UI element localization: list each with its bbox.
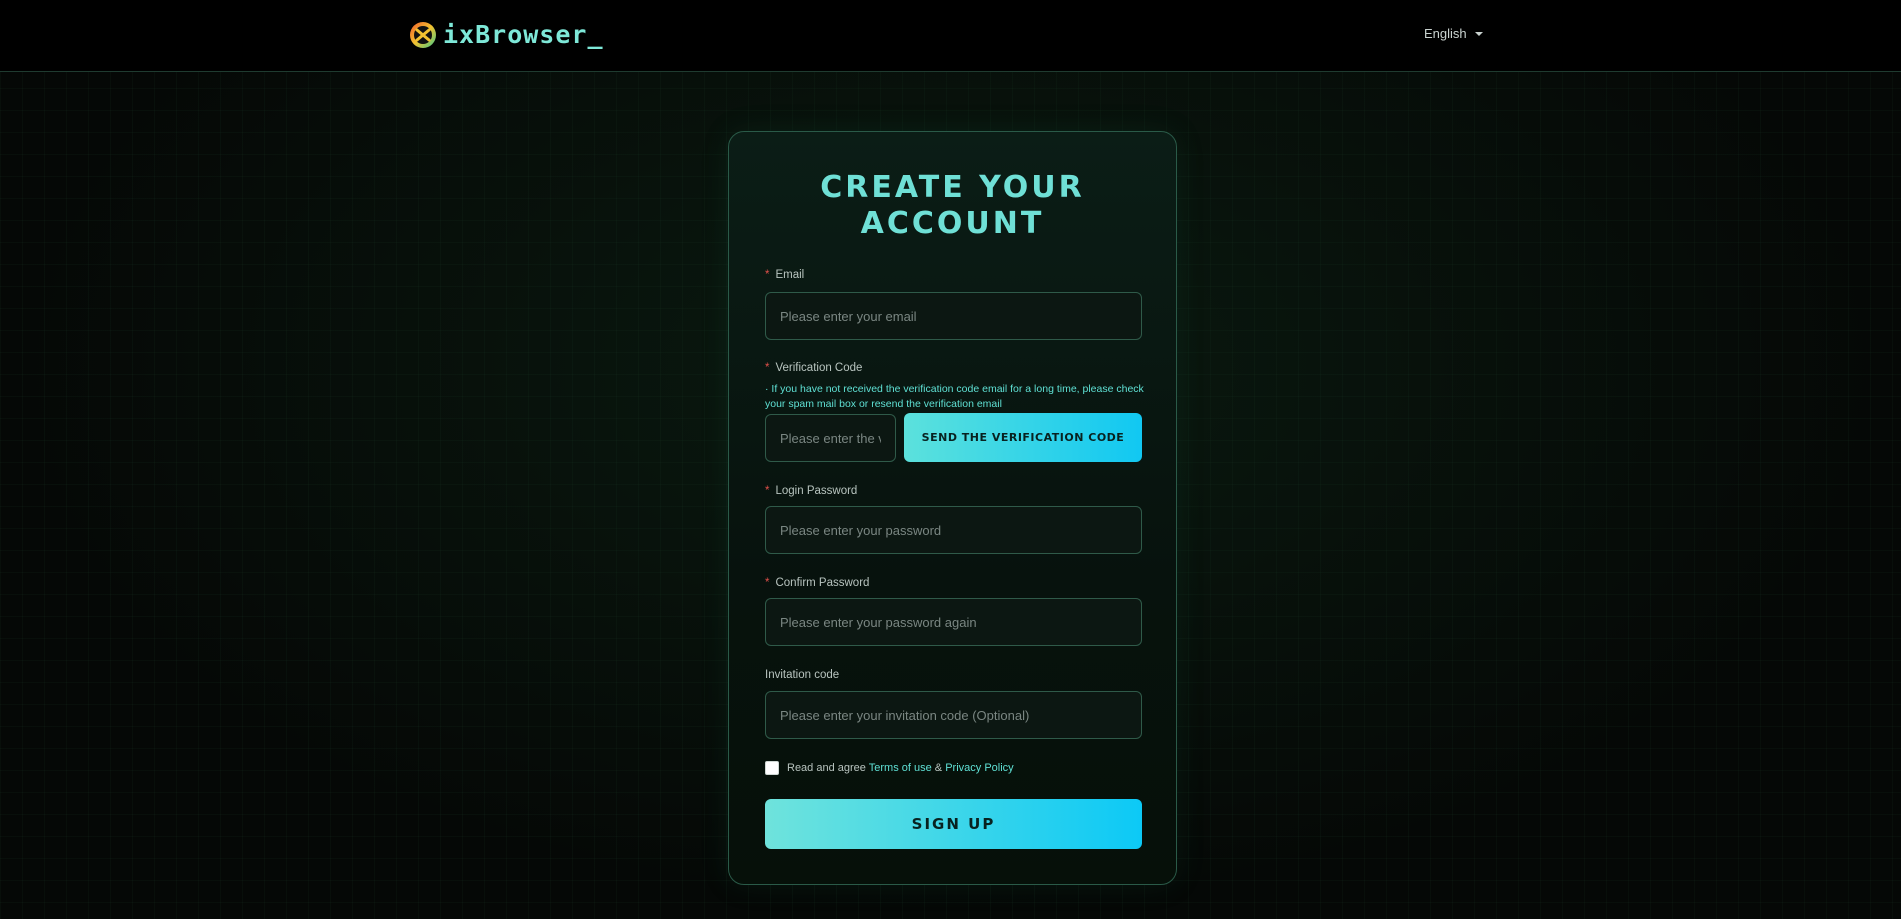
agreement-text: Read and agree Terms of use & Privacy Po…: [787, 762, 1014, 774]
required-mark: *: [765, 362, 770, 374]
confirm-password-label: * Confirm Password: [765, 577, 869, 589]
language-selector[interactable]: English: [1424, 26, 1483, 41]
password-label: * Login Password: [765, 485, 857, 497]
brand-logo[interactable]: ixBrowser_: [409, 20, 604, 49]
agree-checkbox[interactable]: [765, 761, 779, 775]
agreement-row: Read and agree Terms of use & Privacy Po…: [765, 761, 1014, 775]
top-bar: ixBrowser_ English: [0, 0, 1901, 72]
email-label: * Email: [765, 269, 804, 281]
verification-code-field[interactable]: [765, 414, 896, 462]
verification-label: * Verification Code: [765, 362, 862, 374]
agreement-separator: &: [934, 762, 943, 774]
required-mark: *: [765, 485, 770, 497]
invitation-label: Invitation code: [765, 669, 839, 681]
verification-label-text: Verification Code: [775, 362, 863, 374]
ixbrowser-logo-icon: [410, 21, 436, 48]
confirm-password-label-text: Confirm Password: [775, 577, 870, 589]
send-verification-code-button[interactable]: SEND THE VERIFICATION CODE: [904, 413, 1142, 462]
page-title: CREATE YOUR ACCOUNT: [820, 170, 1085, 241]
invitation-label-text: Invitation code: [765, 669, 840, 681]
brand-name: ixBrowser_: [443, 20, 604, 49]
language-label: English: [1424, 26, 1467, 41]
email-label-text: Email: [775, 269, 805, 281]
terms-of-use-link[interactable]: Terms of use: [869, 762, 932, 774]
signup-card: CREATE YOUR ACCOUNT * Email * Verification…: [728, 131, 1177, 885]
privacy-policy-link[interactable]: Privacy Policy: [945, 762, 1013, 774]
invitation-code-field[interactable]: [765, 691, 1142, 739]
email-field[interactable]: [765, 292, 1142, 340]
confirm-password-field[interactable]: [765, 598, 1142, 646]
password-label-text: Login Password: [775, 485, 858, 497]
required-mark: *: [765, 269, 770, 281]
password-field[interactable]: [765, 506, 1142, 554]
agreement-prefix: Read and agree: [787, 762, 866, 774]
sign-up-button[interactable]: SIGN UP: [765, 799, 1142, 849]
required-mark: *: [765, 577, 770, 589]
verification-hint: · If you have not received the verificat…: [765, 383, 1144, 410]
chevron-down-icon: [1474, 31, 1483, 36]
